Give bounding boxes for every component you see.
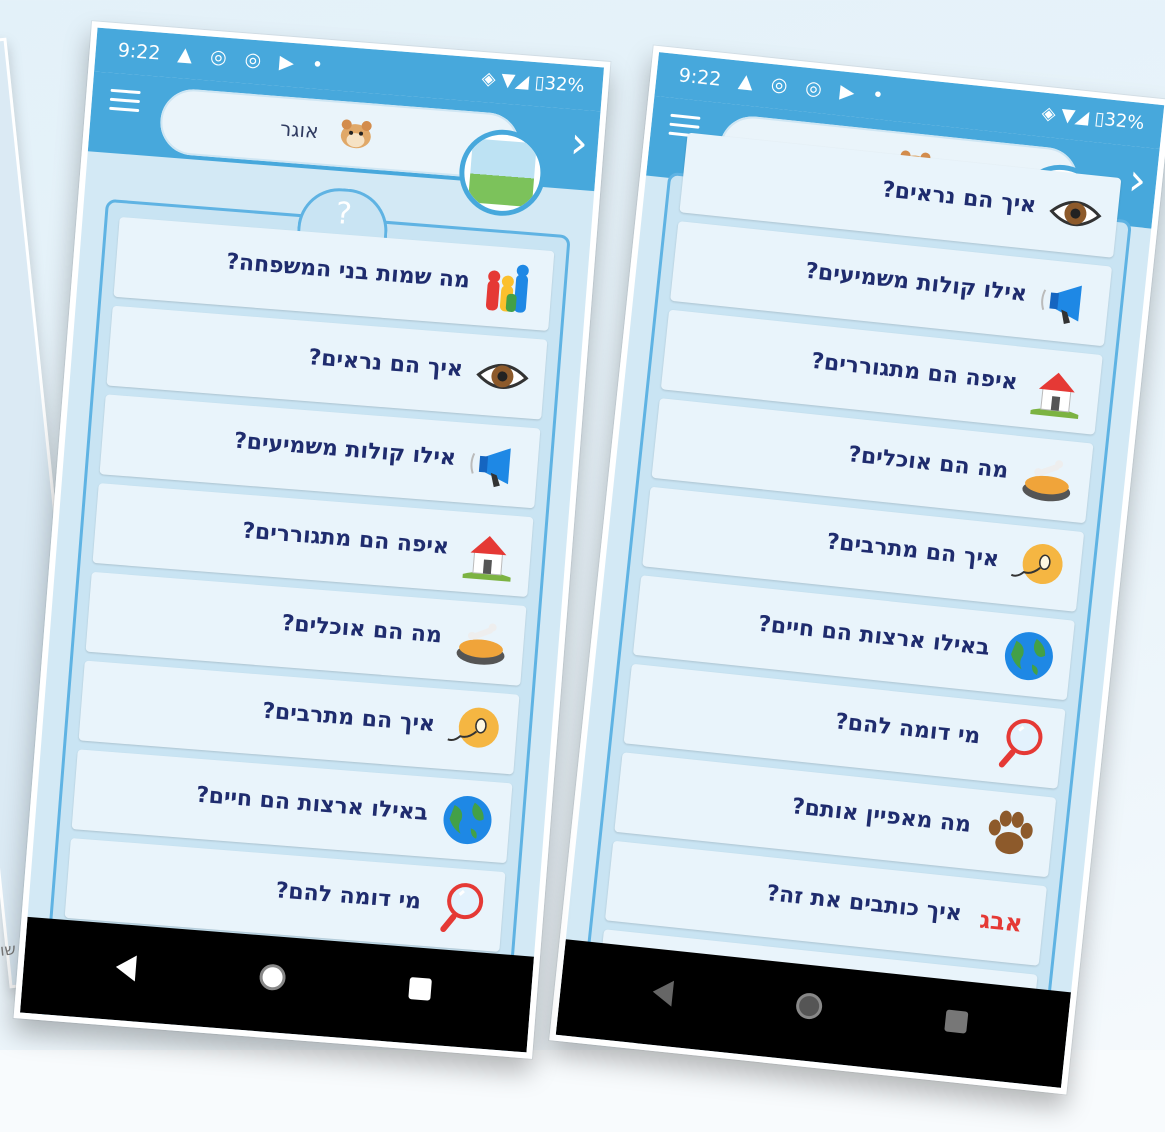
question-label: באילו ארצות הם חיים? xyxy=(756,611,991,661)
question-label: איך הם נראים? xyxy=(880,177,1038,219)
question-label: אילו קולות משמיעים? xyxy=(804,258,1029,307)
food-bowl-icon xyxy=(1017,448,1079,510)
hamster-icon xyxy=(340,119,372,149)
question-label: מי דומה להם? xyxy=(274,878,422,915)
mirror-icon xyxy=(989,714,1051,776)
question-label: באילו ארצות הם חיים? xyxy=(195,782,429,826)
status-battery: ◈ ▼◢ ▯32% xyxy=(1040,102,1146,135)
phone-left: 9:22 ▲ ◎ ◎ ▶ • ◈ ▼◢ ▯32% אוגר › ? מה שמו… xyxy=(13,21,611,1059)
notification-icons: ▲ ◎ ◎ ▶ • xyxy=(176,43,330,77)
question-label: איך הם מתרבים? xyxy=(825,529,1001,573)
menu-button[interactable] xyxy=(109,88,141,115)
menu-icon-bar xyxy=(669,122,700,129)
family-icon xyxy=(479,258,539,318)
menu-icon-bar xyxy=(670,113,701,120)
home-icon[interactable] xyxy=(794,991,824,1021)
notification-icons: ▲ ◎ ◎ ▶ • xyxy=(737,69,891,108)
house-icon xyxy=(458,524,518,584)
megaphone-icon xyxy=(465,435,525,495)
house-icon xyxy=(1026,360,1088,422)
question-label: מה הם אוכלים? xyxy=(846,442,1010,484)
question-label: מה מאפיין אותם? xyxy=(790,794,973,838)
question-label: איך הם נראים? xyxy=(307,345,464,383)
question-label: מה שמות בני המשפחה? xyxy=(225,249,471,294)
eye-icon xyxy=(472,346,532,406)
mirror-icon xyxy=(430,879,490,939)
cow-icon xyxy=(467,138,537,208)
background-text: שו xyxy=(0,939,17,960)
next-arrow-icon[interactable]: › xyxy=(568,117,590,169)
alef-bet-icon-glyph: אבג xyxy=(978,905,1024,938)
next-arrow-icon[interactable]: › xyxy=(1126,154,1149,207)
home-icon[interactable] xyxy=(258,963,287,992)
question-label: איפה הם מתגוררים? xyxy=(810,348,1019,396)
menu-icon-bar xyxy=(110,88,141,95)
globe-icon xyxy=(998,625,1060,687)
alef-bet-icon: אבג xyxy=(970,891,1032,953)
animal-name: אוגר xyxy=(279,116,320,144)
question-label: אילו קולות משמיעים? xyxy=(233,428,457,471)
menu-icon-bar xyxy=(109,97,140,104)
globe-icon xyxy=(437,790,497,850)
eye-icon xyxy=(1045,183,1107,245)
question-label: מה הם אוכלים? xyxy=(280,610,443,649)
recents-icon[interactable] xyxy=(408,977,432,1001)
question-label: איך כותבים את זה? xyxy=(765,881,963,927)
recents-icon[interactable] xyxy=(944,1009,969,1034)
status-time: 9:22 xyxy=(677,64,723,91)
paw-icon xyxy=(980,802,1042,864)
sperm-icon xyxy=(1007,537,1069,599)
status-time: 9:22 xyxy=(116,39,162,65)
question-label: איך הם מתרבים? xyxy=(261,698,436,738)
back-icon[interactable] xyxy=(651,978,675,1007)
menu-icon-bar xyxy=(109,106,140,113)
back-icon[interactable] xyxy=(114,953,137,982)
megaphone-icon xyxy=(1035,271,1097,333)
sperm-icon xyxy=(444,701,504,761)
question-label: איפה הם מתגוררים? xyxy=(241,518,450,560)
questions-list: איך הם נראים? אילו קולות משמיעים? איפה הם … xyxy=(595,132,1122,1064)
question-label: מי דומה להם? xyxy=(833,709,982,750)
status-battery: ◈ ▼◢ ▯32% xyxy=(481,67,586,97)
food-bowl-icon xyxy=(451,613,511,673)
phone-right: 9:22 ▲ ◎ ◎ ▶ • ◈ ▼◢ ▯32% אוגר › איך הם נ… xyxy=(549,45,1165,1095)
